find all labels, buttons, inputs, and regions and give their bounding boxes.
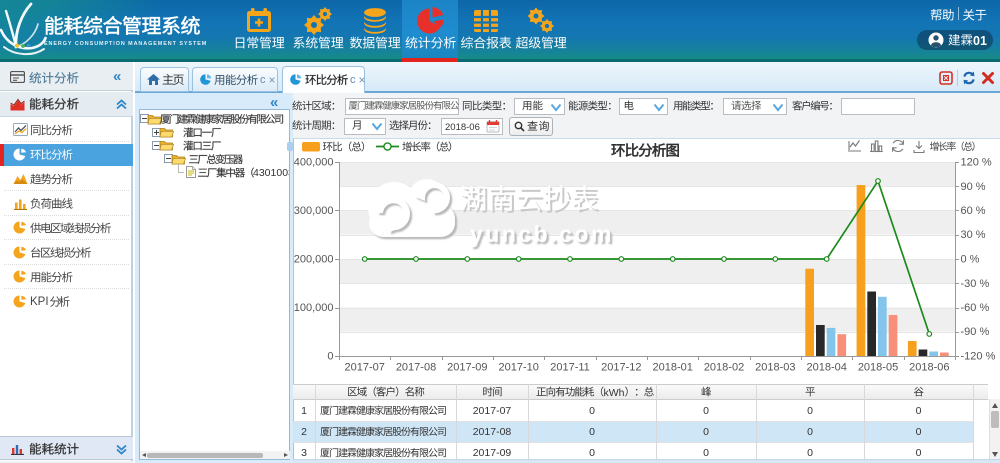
- svg-text:2018-05: 2018-05: [858, 362, 898, 374]
- svg-text:yuncb.com: yuncb.com: [470, 221, 614, 247]
- svg-text:2017-08: 2017-08: [396, 362, 436, 374]
- svg-text:2017-10: 2017-10: [499, 362, 539, 374]
- svg-text:90 %: 90 %: [961, 181, 986, 193]
- svg-text:100,000: 100,000: [294, 302, 334, 314]
- svg-text:0: 0: [327, 351, 333, 363]
- svg-text:400,000: 400,000: [294, 157, 334, 169]
- svg-text:2017-11: 2017-11: [550, 362, 590, 374]
- svg-text:300,000: 300,000: [294, 205, 334, 217]
- svg-text:-90 %: -90 %: [961, 326, 990, 338]
- svg-text:2017-12: 2017-12: [601, 362, 641, 374]
- svg-text:-60 %: -60 %: [961, 302, 990, 314]
- svg-text:120 %: 120 %: [961, 157, 992, 169]
- svg-text:2017-09: 2017-09: [447, 362, 487, 374]
- svg-text:2018-02: 2018-02: [704, 362, 744, 374]
- svg-text:-30 %: -30 %: [961, 278, 990, 290]
- svg-text:2018-01: 2018-01: [653, 362, 693, 374]
- svg-text:-120 %: -120 %: [961, 351, 996, 363]
- svg-text:2018-06: 2018-06: [909, 362, 949, 374]
- svg-text:2017-07: 2017-07: [345, 362, 385, 374]
- svg-text:0 %: 0 %: [961, 254, 980, 266]
- svg-text:2018-04: 2018-04: [807, 362, 847, 374]
- svg-text:2018-03: 2018-03: [755, 362, 795, 374]
- svg-text:60 %: 60 %: [961, 205, 986, 217]
- svg-text:200,000: 200,000: [294, 254, 334, 266]
- svg-text:30 %: 30 %: [961, 229, 986, 241]
